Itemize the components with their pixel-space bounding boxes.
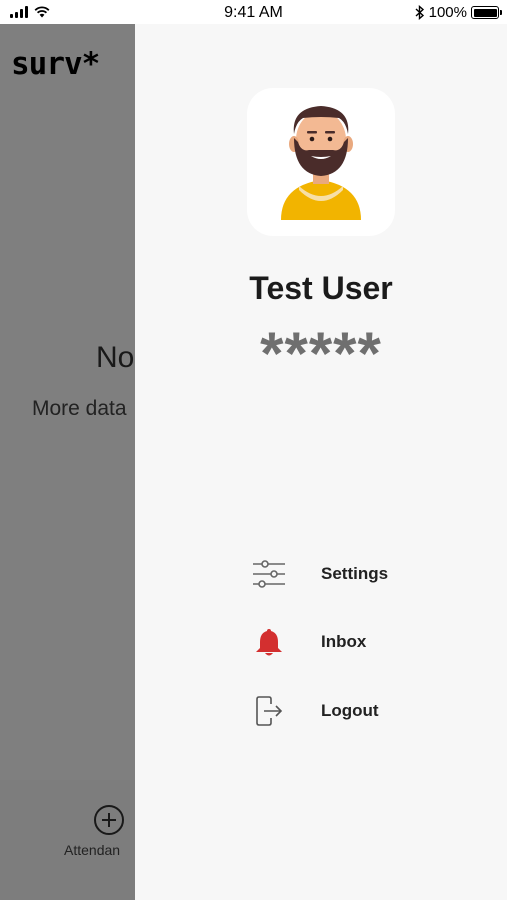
side-drawer: Test User ***** Settings Inbox Logout	[135, 24, 507, 900]
menu-label-inbox: Inbox	[321, 632, 367, 651]
logout-icon	[256, 696, 283, 726]
sliders-icon	[253, 560, 285, 588]
menu-label-logout: Logout	[321, 701, 379, 720]
battery-percent: 100%	[428, 4, 467, 21]
menu-item-settings[interactable]: Settings	[247, 552, 487, 596]
user-avatar-icon	[281, 106, 361, 220]
avatar	[247, 88, 395, 236]
menu-item-logout[interactable]: Logout	[247, 689, 487, 733]
user-name: Test User	[249, 270, 393, 306]
battery-icon	[471, 6, 502, 19]
status-bar: 9:41 AM 100%	[0, 0, 507, 24]
menu-label-settings: Settings	[321, 564, 389, 583]
menu-item-inbox[interactable]: Inbox	[247, 620, 487, 664]
user-rating: *****	[260, 320, 382, 387]
bell-icon	[256, 629, 282, 656]
bluetooth-icon	[415, 5, 424, 20]
